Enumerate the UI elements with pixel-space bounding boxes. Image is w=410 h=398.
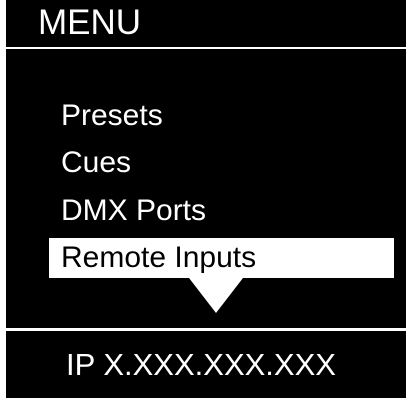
header-divider xyxy=(6,47,406,49)
page-title: MENU xyxy=(38,3,142,42)
ip-address-label: IP X.XXX.XXX.XXX xyxy=(66,347,336,382)
lcd-screen: MENU Presets Cues DMX Ports Remote Input… xyxy=(6,0,406,398)
menu-item-dmx-ports[interactable]: DMX Ports xyxy=(49,191,394,231)
status-footer: IP X.XXX.XXX.XXX xyxy=(6,331,406,398)
menu-item-presets[interactable]: Presets xyxy=(49,96,394,136)
triangle-down-icon[interactable] xyxy=(189,278,243,313)
menu-item-cues[interactable]: Cues xyxy=(49,143,394,183)
menu-header: MENU xyxy=(6,0,391,48)
menu-item-remote-inputs[interactable]: Remote Inputs xyxy=(49,238,394,278)
